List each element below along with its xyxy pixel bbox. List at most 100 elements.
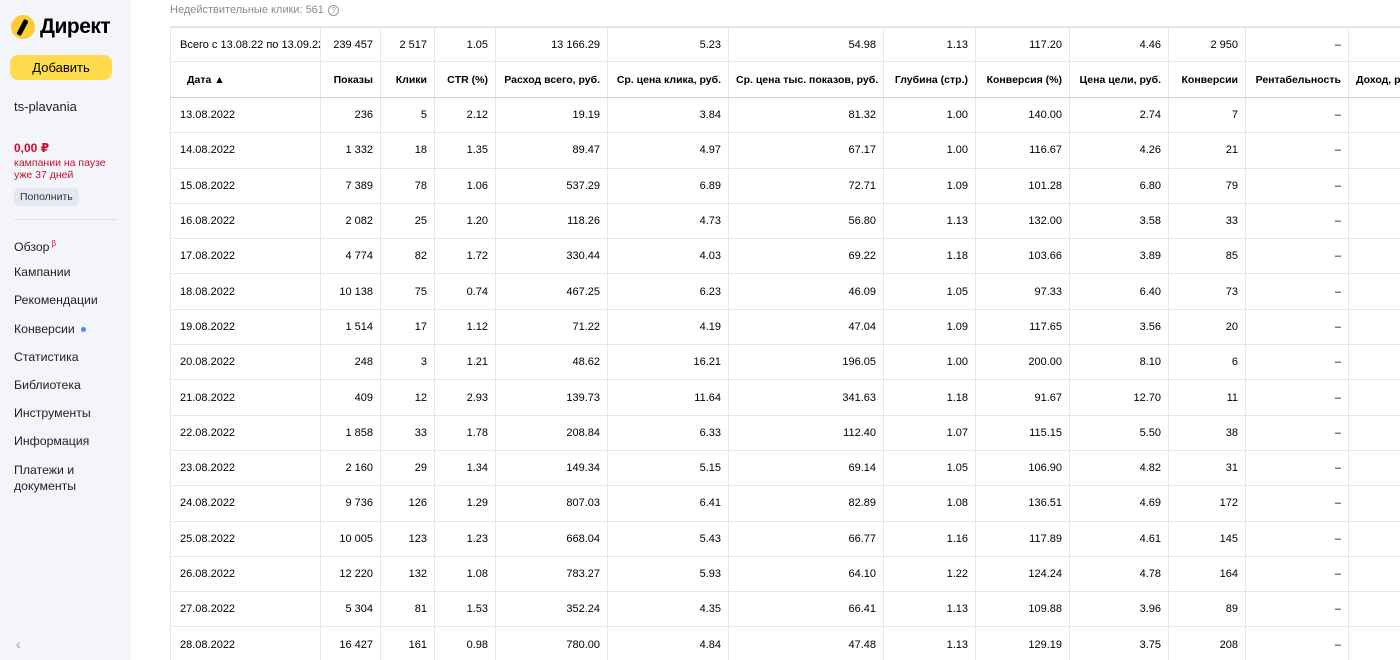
cell-conversion-rate: 101.28 xyxy=(975,167,1070,204)
column-header-impressions[interactable]: Показы xyxy=(320,61,381,98)
nav-item-statistics[interactable]: Статистика xyxy=(14,349,126,377)
cell-revenue xyxy=(1348,520,1400,557)
cell-date: 14.08.2022 xyxy=(170,132,321,169)
cell-avg-cpc: 4.03 xyxy=(607,238,729,275)
cell-conversion-rate: 109.88 xyxy=(975,591,1070,628)
cell-depth: 1.18 xyxy=(883,238,976,275)
nav-item-label: Инструменты xyxy=(14,406,91,421)
invalid-clicks-text: Недействительные клики: 561 xyxy=(170,4,324,16)
column-header-spend[interactable]: Расход всего, руб. xyxy=(495,61,608,98)
cell-clicks: 126 xyxy=(380,485,435,522)
cell-cost-per-goal: 3.96 xyxy=(1069,591,1169,628)
cell-conversions: 11 xyxy=(1168,379,1246,416)
cell-clicks: 81 xyxy=(380,591,435,628)
cell-conversions: 164 xyxy=(1168,555,1246,593)
cell-date: 20.08.2022 xyxy=(170,344,321,381)
cell-avg-cpm: 64.10 xyxy=(728,555,884,593)
table-row: 20.08.2022 248 3 1.21 48.62 16.21 196.05 1.00 20… xyxy=(170,344,1400,381)
account-login[interactable]: ts-plavania xyxy=(14,99,77,114)
cell-profitability: – xyxy=(1245,167,1349,204)
cell-avg-cpc: 4.73 xyxy=(607,202,729,240)
nav-item-information[interactable]: Информация xyxy=(14,433,126,461)
column-header-profitability[interactable]: Рентабельность xyxy=(1245,61,1349,98)
cell-avg-cpc: 4.84 xyxy=(607,626,729,660)
cell-revenue xyxy=(1348,96,1400,134)
collapse-sidebar-icon[interactable]: ‹ xyxy=(16,636,21,652)
cell-cost-per-goal: 4.26 xyxy=(1069,132,1169,169)
help-icon[interactable]: ? xyxy=(327,4,339,16)
nav-item-library[interactable]: Библиотека xyxy=(14,377,126,405)
table-row: 28.08.2022 16 427 161 0.98 780.00 4.84 47.48 1.… xyxy=(170,626,1400,660)
cell-ctr: 2.12 xyxy=(434,96,496,134)
cell-depth: 1.00 xyxy=(883,132,976,169)
cell-conversion-rate: 117.65 xyxy=(975,308,1070,346)
cell-profitability: – xyxy=(1245,273,1349,310)
topup-button[interactable]: Пополнить xyxy=(14,188,79,206)
cell-spend: 149.34 xyxy=(495,449,608,487)
cell-avg-cpm: 72.71 xyxy=(728,167,884,204)
nav-item-tools[interactable]: Инструменты xyxy=(14,405,126,433)
nav-item-campaigns[interactable]: Кампании xyxy=(14,264,126,292)
column-header-avg-cpm[interactable]: Ср. цена тыс. показов, руб. xyxy=(728,61,884,98)
cell-avg-cpm: 82.89 xyxy=(728,485,884,522)
column-header-clicks[interactable]: Клики xyxy=(380,61,435,98)
cell-revenue xyxy=(1348,379,1400,416)
cell-depth: 1.09 xyxy=(883,308,976,346)
cell-avg-cpm: 341.63 xyxy=(728,379,884,416)
cell-cost-per-goal: 6.80 xyxy=(1069,167,1169,204)
cell-impressions: 10 005 xyxy=(320,520,381,557)
cell-depth: 1.18 xyxy=(883,379,976,416)
cell-avg-cpc: 11.64 xyxy=(607,379,729,416)
cell-revenue xyxy=(1348,485,1400,522)
cell-impressions: 4 774 xyxy=(320,238,381,275)
cell-revenue xyxy=(1348,202,1400,240)
table-row: 18.08.2022 10 138 75 0.74 467.25 6.23 46.09 1.0… xyxy=(170,273,1400,310)
cell-avg-cpc: 6.41 xyxy=(607,485,729,522)
column-header-ctr[interactable]: CTR (%) xyxy=(434,61,496,98)
cell-cost-per-goal: 4.61 xyxy=(1069,520,1169,557)
nav-item-payments[interactable]: Платежи и документы xyxy=(14,462,126,498)
add-button[interactable]: Добавить xyxy=(10,55,112,80)
column-header-conversions[interactable]: Конверсии xyxy=(1168,61,1246,98)
table-row: 14.08.2022 1 332 18 1.35 89.47 4.97 67.17 1.00 1… xyxy=(170,132,1400,169)
cell-cost-per-goal: 3.58 xyxy=(1069,202,1169,240)
cell-date: 21.08.2022 xyxy=(170,379,321,416)
nav-item-conversions[interactable]: Конверсии xyxy=(14,321,126,349)
nav-item-recommendations[interactable]: Рекомендации xyxy=(14,292,126,320)
cell-date: 23.08.2022 xyxy=(170,449,321,487)
cell-avg-cpm: 69.14 xyxy=(728,449,884,487)
header-row: Дата ▲ Показы Клики CTR (%) Расход всего, ру… xyxy=(170,61,1400,98)
column-header-depth[interactable]: Глубина (стр.) xyxy=(883,61,976,98)
cell-clicks: 17 xyxy=(380,308,435,346)
column-header-cost-per-goal[interactable]: Цена цели, руб. xyxy=(1069,61,1169,98)
cell-conversions: 172 xyxy=(1168,485,1246,522)
cell-profitability: – xyxy=(1245,555,1349,593)
cell-avg-cpm: 196.05 xyxy=(728,344,884,381)
column-header-conversion-rate[interactable]: Конверсия (%) xyxy=(975,61,1070,98)
cell-avg-cpm: 81.32 xyxy=(728,96,884,134)
nav-item-overview[interactable]: Обзор β xyxy=(14,236,126,264)
direct-logo[interactable]: Директ xyxy=(11,15,111,39)
column-header-revenue[interactable]: Доход, руб. xyxy=(1348,61,1400,98)
cell-ctr: 1.53 xyxy=(434,591,496,628)
cell-spend: 71.22 xyxy=(495,308,608,346)
cell-ctr: 1.08 xyxy=(434,555,496,593)
cell-clicks: 82 xyxy=(380,238,435,275)
cell-depth: 1.16 xyxy=(883,520,976,557)
sidebar: Директ Добавить ts-plavania 0,00 ₽ кампа… xyxy=(0,0,131,660)
logo-text: Директ xyxy=(40,15,111,38)
cell-cost-per-goal: 4.78 xyxy=(1069,555,1169,593)
cell-ctr: 1.12 xyxy=(434,308,496,346)
cell-conversion-rate: 140.00 xyxy=(975,96,1070,134)
cell-ctr: 0.74 xyxy=(434,273,496,310)
cell-conversion-rate: 117.89 xyxy=(975,520,1070,557)
column-header-date[interactable]: Дата ▲ xyxy=(170,61,321,98)
cell-avg-cpc: 3.84 xyxy=(607,96,729,134)
cell-avg-cpm: 66.77 xyxy=(728,520,884,557)
cell-impressions: 12 220 xyxy=(320,555,381,593)
column-header-avg-cpc[interactable]: Ср. цена клика, руб. xyxy=(607,61,729,98)
cell-profitability: – xyxy=(1245,238,1349,275)
cell-impressions: 2 082 xyxy=(320,202,381,240)
cell-date: 15.08.2022 xyxy=(170,167,321,204)
cell-date: 13.08.2022 xyxy=(170,96,321,134)
